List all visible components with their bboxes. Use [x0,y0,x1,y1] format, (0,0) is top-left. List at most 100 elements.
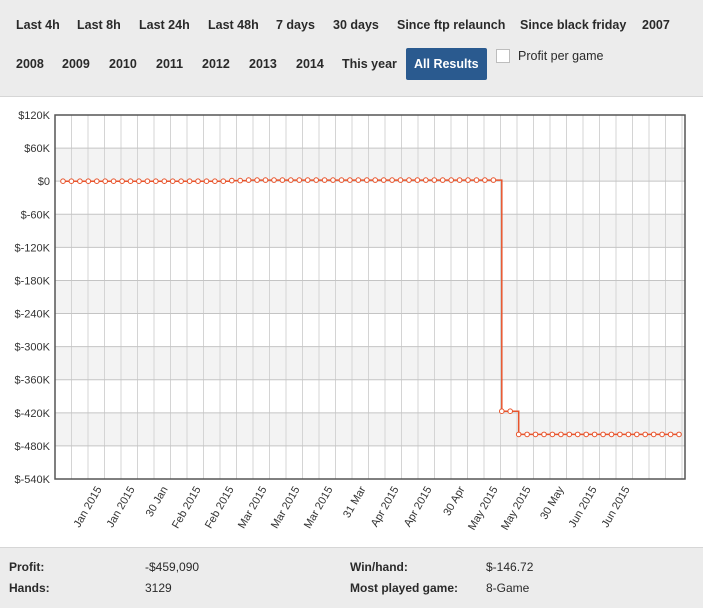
data-point [220,178,227,184]
y-tick-label: $-60K [21,209,51,221]
data-point [532,431,539,438]
data-point [515,431,522,438]
x-tick-label: Jan 2015 [105,485,138,530]
plot-band [55,148,685,182]
data-point [667,431,674,438]
data-point [591,431,598,438]
profit-per-game-label: Profit per game [518,49,604,63]
data-point [608,431,615,438]
x-tick-label: 30 Jan [144,485,171,520]
data-point [127,178,134,184]
filter-2013[interactable]: 2013 [249,56,277,72]
filter-2009[interactable]: 2009 [62,56,90,72]
x-tick-label: Mar 2015 [269,485,303,531]
results-chart: $120K $60K $0 $-60K $-120K $-180K $-240K $-300K… [0,97,703,547]
hands-label: Hands: [9,581,50,595]
data-point [279,177,286,183]
filter-since-ftp-relaunch[interactable]: Since ftp relaunch [397,17,505,33]
data-point [169,178,176,184]
data-point [676,431,682,438]
data-point [372,177,379,183]
data-point [397,177,404,183]
x-tick-label: Feb 2015 [203,485,237,531]
data-point [549,431,556,438]
profit-per-game-toggle[interactable]: Profit per game [496,48,604,64]
x-tick-label: Mar 2015 [236,485,270,531]
filter-2010[interactable]: 2010 [109,56,137,72]
data-point [212,178,218,184]
filter-2014[interactable]: 2014 [296,56,324,72]
data-point [600,431,606,438]
data-point [195,178,201,184]
data-point [271,177,277,183]
y-tick-label: $-360K [15,375,51,387]
filter-since-black-friday[interactable]: Since black friday [520,17,626,33]
data-point [245,177,252,183]
filter-last-24h[interactable]: Last 24h [139,17,190,33]
y-tick-label: $-240K [15,309,51,321]
data-point [254,177,260,183]
y-tick-label: $120K [18,110,50,122]
results-line-chart: $120K $60K $0 $-60K $-120K $-180K $-240K $-300K… [15,110,686,533]
data-point [448,177,455,183]
data-point [153,178,159,184]
filter-last-4h[interactable]: Last 4h [16,17,60,33]
data-point [541,431,547,438]
y-tick-label: $60K [24,143,50,155]
most-played-label: Most played game: [350,581,459,595]
data-point [203,178,210,184]
filter-this-year[interactable]: This year [342,56,397,72]
data-point [347,177,353,183]
data-point [431,177,438,183]
y-tick-label: $-180K [15,275,51,287]
y-tick-label: $0 [38,176,50,188]
filter-all-results[interactable]: All Results [406,48,487,80]
x-tick-label: May 2015 [499,485,534,533]
data-point [229,177,235,184]
data-point [355,177,362,183]
x-tick-label: 31 Mar [341,484,369,520]
most-played-value: 8-Game [486,581,530,595]
data-point [186,178,193,184]
data-point [439,177,446,183]
data-point [144,178,151,184]
plot-band [55,214,685,248]
data-point [380,177,387,183]
data-point [617,431,623,438]
filter-30-days[interactable]: 30 days [333,17,379,33]
filter-2007[interactable]: 2007 [642,17,670,33]
data-point [566,431,573,438]
data-point [482,177,488,183]
data-point [558,431,564,438]
data-point [507,408,514,415]
data-point [68,178,75,184]
data-point [650,431,657,438]
data-point [642,431,649,438]
data-point [161,178,168,184]
range-filter-bar: Last 4h Last 8h Last 24h Last 48h 7 days… [0,0,703,97]
x-tick-label: Mar 2015 [302,485,336,531]
x-tick-label: Apr 2015 [369,485,402,530]
data-point [178,178,184,184]
winhand-label: Win/hand: [350,560,408,574]
stats-panel: Profit: -$459,090 Hands: 3129 Win/hand: … [0,547,703,608]
profit-per-game-checkbox[interactable] [496,48,510,63]
y-tick-label: $-480K [15,441,51,453]
filter-last-8h[interactable]: Last 8h [77,17,121,33]
data-point [583,431,590,438]
x-tick-label: May 2015 [466,485,501,533]
filter-2011[interactable]: 2011 [156,56,183,72]
filter-last-48h[interactable]: Last 48h [208,17,259,33]
data-point [102,178,108,184]
data-point [465,177,471,183]
filter-2008[interactable]: 2008 [16,56,44,72]
data-point [60,178,66,184]
data-point [490,177,497,183]
data-point [659,431,665,438]
filter-7-days[interactable]: 7 days [276,17,315,33]
data-point [456,177,463,183]
filter-2012[interactable]: 2012 [202,56,230,72]
data-point [414,177,421,183]
data-point [406,177,412,183]
data-point [77,178,83,184]
